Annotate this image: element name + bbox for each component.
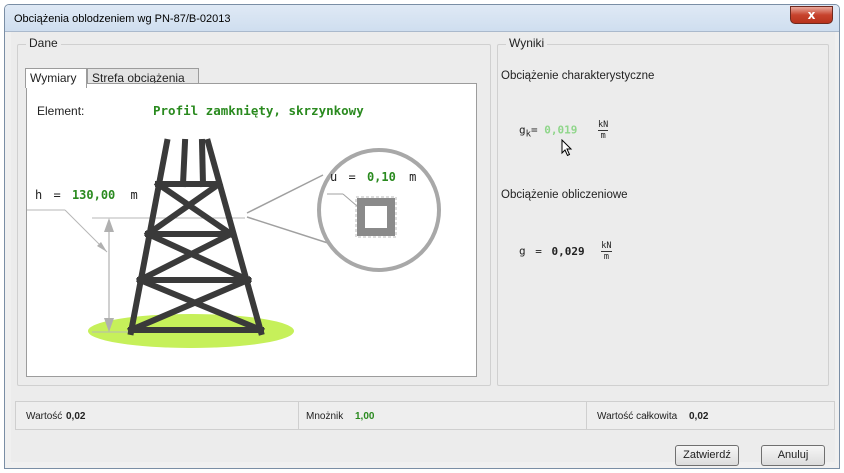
gk-value: 0,019: [544, 123, 578, 137]
dim-arrow-up: [104, 218, 114, 232]
window-title: Obciążenia oblodzeniem wg PN-87/B-02013: [14, 13, 231, 25]
mnoznik-value: 1,00: [355, 411, 375, 422]
gk-unit-num: kN: [598, 120, 609, 131]
obl-title: Obciążenie obliczeniowe: [501, 189, 628, 201]
title-bar[interactable]: Obciążenia oblodzeniem wg PN-87/B-02013 …: [5, 5, 839, 32]
tower-diagram: [27, 138, 441, 348]
g-unit: kN m: [601, 241, 612, 262]
h-eq: =: [53, 188, 61, 202]
tab-wymiary[interactable]: Wymiary: [25, 68, 87, 88]
calkowita-label: Wartość całkowita: [597, 411, 678, 422]
dane-group-title: Dane: [26, 36, 61, 50]
h-label: h: [35, 188, 43, 202]
dialog-window: Obciążenia oblodzeniem wg PN-87/B-02013 …: [4, 4, 840, 469]
wyniki-content: Obciążenie charakterystyczne gk= 0,019 k…: [501, 65, 821, 305]
g-value: 0,029: [551, 244, 585, 258]
g-result: g = 0,029 kN m: [519, 241, 612, 262]
tower-structure: [127, 138, 265, 336]
g-eq: =: [535, 244, 542, 258]
confirm-button[interactable]: Zatwierdź: [675, 445, 739, 466]
g-unit-num: kN: [601, 241, 612, 252]
wymiary-panel: Element: Profil zamknięty, skrzynkowy h …: [26, 83, 477, 377]
h-dimension: h = 130,00 m: [35, 188, 138, 202]
u-value: 0,10: [366, 170, 396, 184]
summary-bar: Wartość 0,02 Mnożnik 1,00 Wartość całkow…: [15, 401, 835, 430]
wyniki-group-title: Wyniki: [506, 36, 548, 50]
detail-magnifier: [317, 148, 441, 272]
h-unit: m: [130, 188, 138, 202]
wartosc-value: 0,02: [66, 411, 86, 422]
close-button[interactable]: x: [790, 6, 833, 24]
mouse-cursor-icon: [561, 139, 573, 157]
g-symbol: g: [519, 244, 526, 258]
gk-eq: =: [531, 123, 538, 137]
gk-result: gk= 0,019 kN m: [519, 120, 609, 141]
calkowita-value: 0,02: [689, 411, 709, 422]
cancel-button[interactable]: Anuluj: [761, 445, 825, 466]
mnoznik-cell: Mnożnik 1,00: [299, 402, 587, 429]
u-dimension: u = 0,10 m: [330, 170, 416, 184]
char-title: Obciążenie charakterystyczne: [501, 70, 655, 82]
h-value: 130,00: [71, 188, 116, 202]
u-unit: m: [409, 170, 417, 184]
gk-symbol: g: [519, 123, 526, 137]
u-eq: =: [348, 170, 356, 184]
mnoznik-label: Mnożnik: [306, 411, 344, 422]
g-unit-den: m: [603, 252, 609, 262]
gk-unit: kN m: [598, 120, 609, 141]
gk-unit-den: m: [600, 131, 606, 141]
wartosc-cell: Wartość 0,02: [16, 402, 299, 429]
u-label: u: [330, 170, 338, 184]
calkowita-cell: Wartość całkowita 0,02: [587, 402, 834, 429]
wartosc-label: Wartość: [26, 411, 63, 422]
